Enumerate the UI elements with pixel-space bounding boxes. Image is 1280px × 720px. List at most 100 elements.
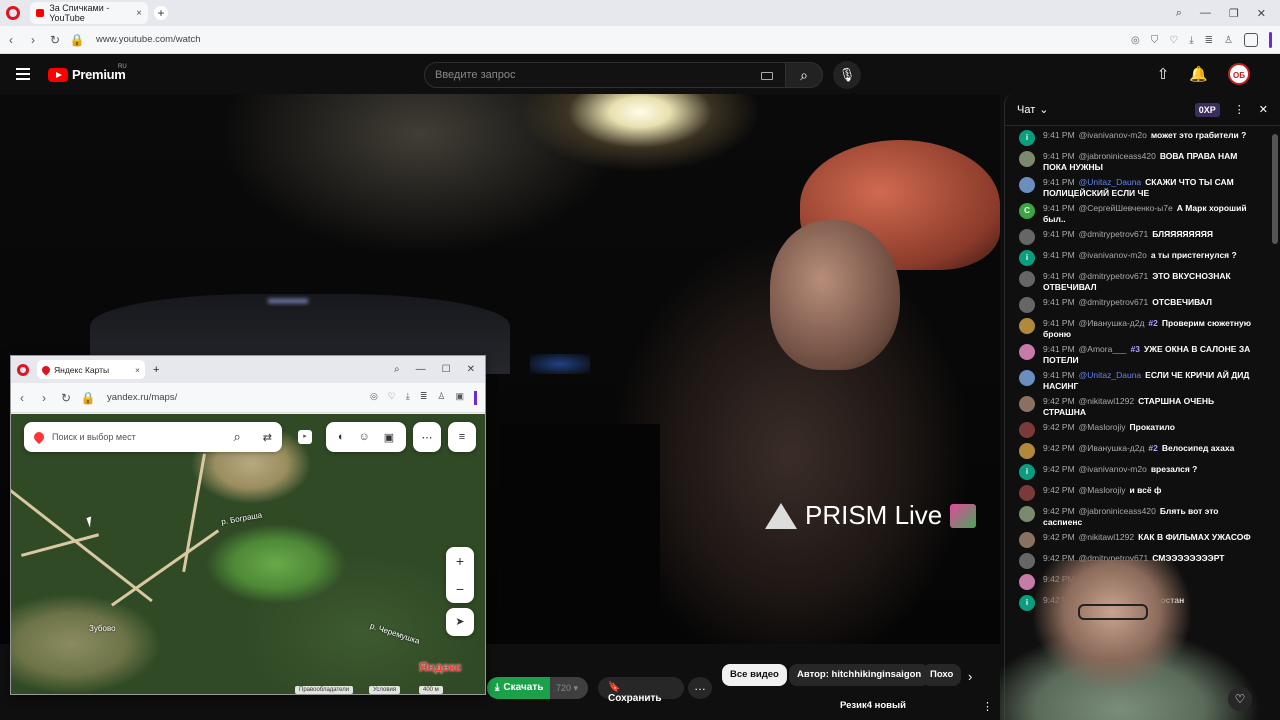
new-tab-button[interactable]: + xyxy=(153,364,159,376)
chat-more-icon[interactable]: ⋮ xyxy=(1234,103,1245,116)
chat-avatar[interactable] xyxy=(1019,177,1035,193)
opera-logo-icon[interactable] xyxy=(6,6,20,20)
extensions-icon[interactable] xyxy=(1244,33,1258,47)
opera-logo-icon[interactable] xyxy=(17,363,29,376)
collapse-panel-icon[interactable]: ▸ xyxy=(298,430,312,444)
chat-message[interactable]: 9:42 PM @Maslorojiy Прокатило xyxy=(1019,422,1280,439)
yandex-map-canvas[interactable]: Поиск и выбор мест ⌕ ⇄ ▸ ◐ ☺ ▣ ⋯ ≡ + − ➤… xyxy=(11,414,485,694)
sidebar-toggle-icon[interactable] xyxy=(1269,32,1272,48)
chat-mode-select[interactable]: Чат ⌄ xyxy=(1017,103,1048,117)
yandex-url-field[interactable]: yandex.ru/maps/ xyxy=(107,392,177,403)
chip-author[interactable]: Автор: hitchhikinginsaigon xyxy=(789,664,930,686)
chat-message[interactable]: 9:41 PM @dmitrypetrov671 ЭТО ВКУСНОЗНАК ОТ… xyxy=(1019,271,1280,293)
heart-icon[interactable]: ♡ xyxy=(388,391,396,405)
chat-avatar[interactable] xyxy=(1019,422,1035,438)
chat-author[interactable]: @dmitrypetrov671 xyxy=(1079,271,1149,281)
keyboard-icon[interactable] xyxy=(761,72,773,80)
my-location-button[interactable]: ➤ xyxy=(446,608,474,636)
url-field[interactable]: www.youtube.com/watch xyxy=(96,34,201,45)
chat-author[interactable]: @ivanivanov-m2o xyxy=(1079,250,1147,260)
chat-avatar[interactable] xyxy=(1019,344,1035,360)
chat-author[interactable]: @dmitrypetrov671 xyxy=(1079,229,1149,239)
route-icon[interactable]: ⇄ xyxy=(263,431,272,444)
camera-icon[interactable]: ◎ xyxy=(370,391,378,405)
chat-author[interactable]: @nikitawl1292 xyxy=(1079,532,1134,542)
search-button[interactable]: ⌕ xyxy=(785,62,823,88)
chat-author[interactable]: @Maslorojiy xyxy=(1079,485,1126,495)
chat-avatar[interactable] xyxy=(1019,370,1035,386)
chat-message[interactable]: 9:42 PM @nikitawl1292 КАК В ФИЛЬМАХ УЖАСОФ xyxy=(1019,532,1280,549)
chat-author[interactable]: @dmitrypetrov671 xyxy=(1079,297,1149,307)
recommendation-title[interactable]: Резик4 новый xyxy=(840,700,906,711)
search-icon[interactable]: ⌕ xyxy=(234,429,241,445)
chip-similar[interactable]: Похо xyxy=(922,664,962,686)
chat-avatar[interactable]: i xyxy=(1019,250,1035,266)
close-window-icon[interactable]: ✕ xyxy=(467,364,475,375)
maximize-icon[interactable]: ☐ xyxy=(442,364,451,375)
chat-message[interactable]: 9:42 PM @nikitawl1292 СТАРШНА ОЧЕНЬ СТРАШН… xyxy=(1019,396,1280,418)
forward-icon[interactable]: › xyxy=(33,391,55,405)
layers-icon[interactable]: ◐ xyxy=(338,431,345,443)
chat-message[interactable]: С 9:41 PM @СергейШевченко-ы7е А Марк хороши… xyxy=(1019,203,1280,225)
profile-icon[interactable]: ♙ xyxy=(1224,35,1233,46)
camera-icon[interactable]: ◎ xyxy=(1131,35,1140,46)
profile-icon[interactable]: ♙ xyxy=(437,391,445,405)
back-icon[interactable]: ‹ xyxy=(0,33,22,47)
chat-avatar[interactable] xyxy=(1019,318,1035,334)
chip-all-videos[interactable]: Все видео xyxy=(722,664,787,686)
menu-icon[interactable] xyxy=(16,68,30,80)
avatar[interactable]: ОБ xyxy=(1228,63,1250,85)
chat-message[interactable]: i 9:41 PM @ivanivanov-m2o а ты пристегнулся… xyxy=(1019,250,1280,267)
chat-author[interactable]: @СергейШевченко-ы7е xyxy=(1079,203,1173,213)
close-tab-icon[interactable]: × xyxy=(136,8,142,19)
chat-author[interactable]: @Иванушка-д2д xyxy=(1079,443,1145,453)
upload-icon[interactable]: ⇧ xyxy=(1157,65,1170,83)
reload-icon[interactable]: ↻ xyxy=(55,391,77,405)
chat-message[interactable]: 9:42 PM @jabroniniceass420 Блять вот это с… xyxy=(1019,506,1280,528)
chat-avatar[interactable]: С xyxy=(1019,203,1035,219)
chat-avatar[interactable] xyxy=(1019,271,1035,287)
download-resolution-select[interactable]: 720 ▾ xyxy=(550,677,588,699)
chat-heart-icon[interactable]: ♡ xyxy=(1228,687,1252,711)
search-input[interactable]: Введите запрос xyxy=(424,62,786,88)
chat-author[interactable]: @Unitaz_Dauna xyxy=(1079,177,1142,187)
search-tabs-icon[interactable]: ⌕ xyxy=(1176,7,1182,20)
chat-message[interactable]: i 9:41 PM @ivanivanov-m2o может это грабите… xyxy=(1019,130,1280,147)
points-badge[interactable]: 0XP xyxy=(1194,102,1220,117)
chat-avatar[interactable] xyxy=(1019,506,1035,522)
notifications-bell-icon[interactable]: 🔔 xyxy=(1189,65,1208,83)
chat-message[interactable]: 9:41 PM @Unitaz_Dauna СКАЖИ ЧТО ТЫ САМ ПОЛ… xyxy=(1019,177,1280,199)
voice-search-icon[interactable]: 🎙 xyxy=(833,61,861,89)
chat-avatar[interactable]: i xyxy=(1019,130,1035,146)
menu-list-icon[interactable]: ≣ xyxy=(420,391,428,405)
chat-message[interactable]: 9:41 PM @dmitrypetrov671 БЛЯЯЯЯЯЯЯЯ xyxy=(1019,229,1280,246)
more-actions-button[interactable]: … xyxy=(688,677,712,699)
chat-message[interactable]: 9:41 PM @Unitaz_Dauna ЕСЛИ ЧЕ КРИЧИ АЙ ДИД… xyxy=(1019,370,1280,392)
download-icon[interactable]: ⤓ xyxy=(406,391,410,405)
chat-avatar[interactable] xyxy=(1019,151,1035,167)
new-tab-button[interactable]: + xyxy=(154,6,168,20)
save-button[interactable]: 🔖 Сохранить xyxy=(598,677,684,704)
chat-avatar[interactable] xyxy=(1019,396,1035,412)
map-menu-button[interactable]: ≡ xyxy=(448,422,476,452)
chat-scrollbar[interactable] xyxy=(1272,134,1278,244)
close-chat-icon[interactable]: ✕ xyxy=(1259,103,1268,116)
search-tabs-icon[interactable]: ⌕ xyxy=(394,364,400,375)
menu-list-icon[interactable]: ≣ xyxy=(1205,35,1213,46)
chat-message[interactable]: 9:41 PM @Иванушка-д2д #2 Проверим сюжетную … xyxy=(1019,318,1280,340)
chat-message[interactable]: 9:42 PM @Иванушка-д2д #2 Велосипед ахаха xyxy=(1019,443,1280,460)
browser-tab-youtube[interactable]: За Спичками - YouTube × xyxy=(30,2,148,24)
chat-author[interactable]: @nikitawl1292 xyxy=(1079,396,1134,406)
chat-author[interactable]: @Unitaz_Dauna xyxy=(1079,370,1142,380)
chat-message[interactable]: 9:41 PM @Amora___ #3 УЖЕ ОКНА В САЛОНЕ ЗА П… xyxy=(1019,344,1280,366)
chat-author[interactable]: @Иванушка-д2д xyxy=(1079,318,1145,328)
chat-message[interactable]: 9:41 PM @jabroniniceass420 ВОВА ПРАВА НАМ … xyxy=(1019,151,1280,173)
zoom-in-button[interactable]: + xyxy=(446,547,474,575)
chat-avatar[interactable] xyxy=(1019,229,1035,245)
download-icon[interactable]: ⤓ xyxy=(1189,35,1193,46)
extensions-icon[interactable]: ▣ xyxy=(455,391,464,405)
chat-author[interactable]: @ivanivanov-m2o xyxy=(1079,130,1147,140)
chat-message[interactable]: i 9:42 PM @ivanivanov-m2o врезался ? xyxy=(1019,464,1280,481)
chat-author[interactable]: @Maslorojiy xyxy=(1079,422,1126,432)
chat-avatar[interactable] xyxy=(1019,443,1035,459)
